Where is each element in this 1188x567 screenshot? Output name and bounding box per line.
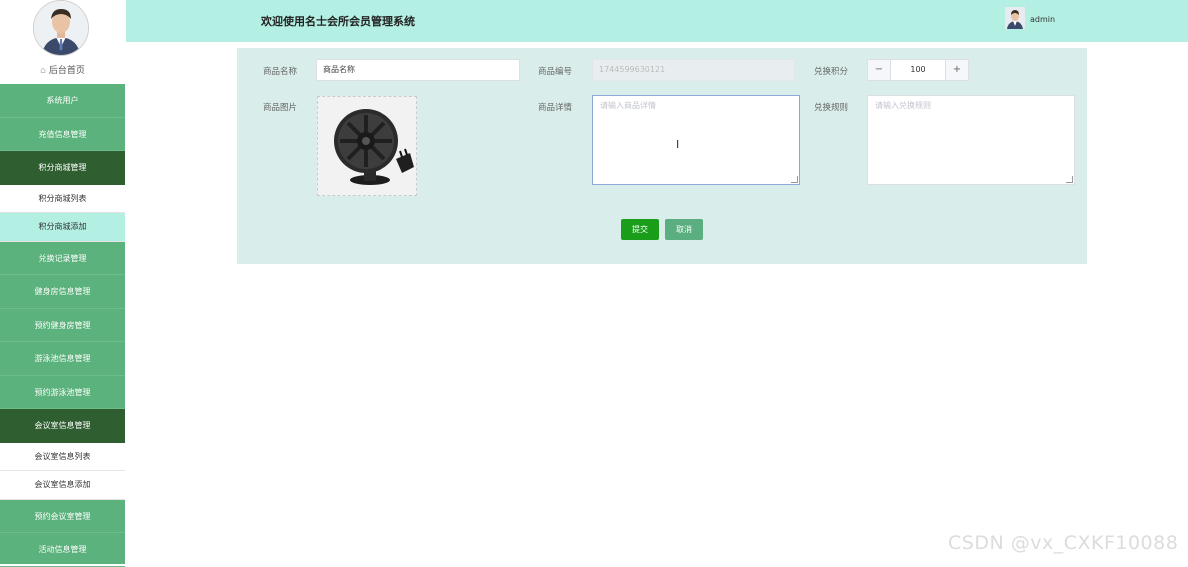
product-detail-label: 商品详情 (538, 103, 573, 113)
sidebar-item-pool-info[interactable]: 游泳池信息管理 (0, 342, 125, 376)
sidebar-item-exchange-records[interactable]: 兑换记录管理 (0, 242, 125, 275)
product-code-label: 商品编号 (538, 67, 573, 77)
text-cursor-icon: I (676, 138, 680, 151)
sidebar-subitem-points-mall-add[interactable]: 积分商城添加 (0, 213, 125, 242)
sidebar-item-meeting-booking[interactable]: 预约会议室管理 (0, 500, 125, 533)
watermark: CSDN @vx_CXKF10088 (948, 532, 1179, 554)
sidebar-profile: ⌂ 后台首页 (0, 0, 125, 84)
sidebar-menu: 系统用户 充值信息管理 积分商城管理 积分商城列表 积分商城添加 兑换记录管理 … (0, 84, 125, 567)
page-title: 欢迎使用名士会所会员管理系统 (261, 15, 415, 28)
product-image (318, 97, 416, 195)
sidebar-subitem-meeting-room-add[interactable]: 会议室信息添加 (0, 471, 125, 500)
cancel-button[interactable]: 取消 (665, 219, 703, 240)
sidebar-item-gym-info[interactable]: 健身房信息管理 (0, 275, 125, 309)
product-detail-textarea[interactable]: 请输入商品详情 I (592, 95, 800, 185)
top-header: 欢迎使用名士会所会员管理系统 admin (126, 0, 1188, 42)
sidebar-item-points-mall[interactable]: 积分商城管理 (0, 151, 125, 185)
sidebar-subitem-meeting-room-list[interactable]: 会议室信息列表 (0, 442, 125, 471)
sidebar-item-pool-booking[interactable]: 预约游泳池管理 (0, 376, 125, 409)
sidebar-item-system-users[interactable]: 系统用户 (0, 84, 125, 118)
user-avatar[interactable] (1005, 7, 1025, 29)
exchange-rules-placeholder: 请输入兑换规则 (875, 101, 931, 110)
submit-button[interactable]: 提交 (621, 219, 659, 240)
product-code-input: 1744599630121 (592, 59, 795, 81)
home-link[interactable]: ⌂ 后台首页 (0, 63, 125, 76)
exchange-rules-textarea[interactable]: 请输入兑换规则 (867, 95, 1075, 185)
sidebar-item-gym-booking[interactable]: 预约健身房管理 (0, 309, 125, 342)
increase-button[interactable]: + (945, 60, 968, 80)
product-detail-placeholder: 请输入商品详情 (600, 101, 656, 110)
exchange-points-value[interactable]: 100 (890, 60, 946, 80)
add-product-form: 商品名称 商品名称 商品编号 1744599630121 兑换积分 − 100 … (237, 48, 1087, 264)
exchange-rules-label: 兑换规则 (814, 103, 849, 113)
username[interactable]: admin (1030, 15, 1055, 24)
sidebar: ⌂ 后台首页 系统用户 充值信息管理 积分商城管理 积分商城列表 积分商城添加 兑… (0, 0, 125, 567)
decrease-button[interactable]: − (868, 60, 891, 80)
sidebar-subitem-points-mall-list[interactable]: 积分商城列表 (0, 184, 125, 213)
sidebar-item-meeting-room[interactable]: 会议室信息管理 (0, 409, 125, 443)
home-label: 后台首页 (48, 66, 85, 76)
product-image-upload[interactable] (317, 96, 417, 196)
exchange-points-label: 兑换积分 (814, 67, 849, 77)
avatar[interactable] (33, 0, 89, 56)
product-name-label: 商品名称 (263, 67, 298, 77)
product-name-input[interactable]: 商品名称 (316, 59, 520, 81)
home-icon: ⌂ (40, 66, 46, 76)
exchange-points-stepper[interactable]: − 100 + (867, 59, 969, 81)
sidebar-item-recharge[interactable]: 充值信息管理 (0, 118, 125, 151)
product-image-label: 商品图片 (263, 103, 298, 113)
resize-handle-icon[interactable] (791, 176, 798, 183)
sidebar-item-activity-info[interactable]: 活动信息管理 (0, 533, 125, 567)
resize-handle-icon[interactable] (1066, 176, 1073, 183)
